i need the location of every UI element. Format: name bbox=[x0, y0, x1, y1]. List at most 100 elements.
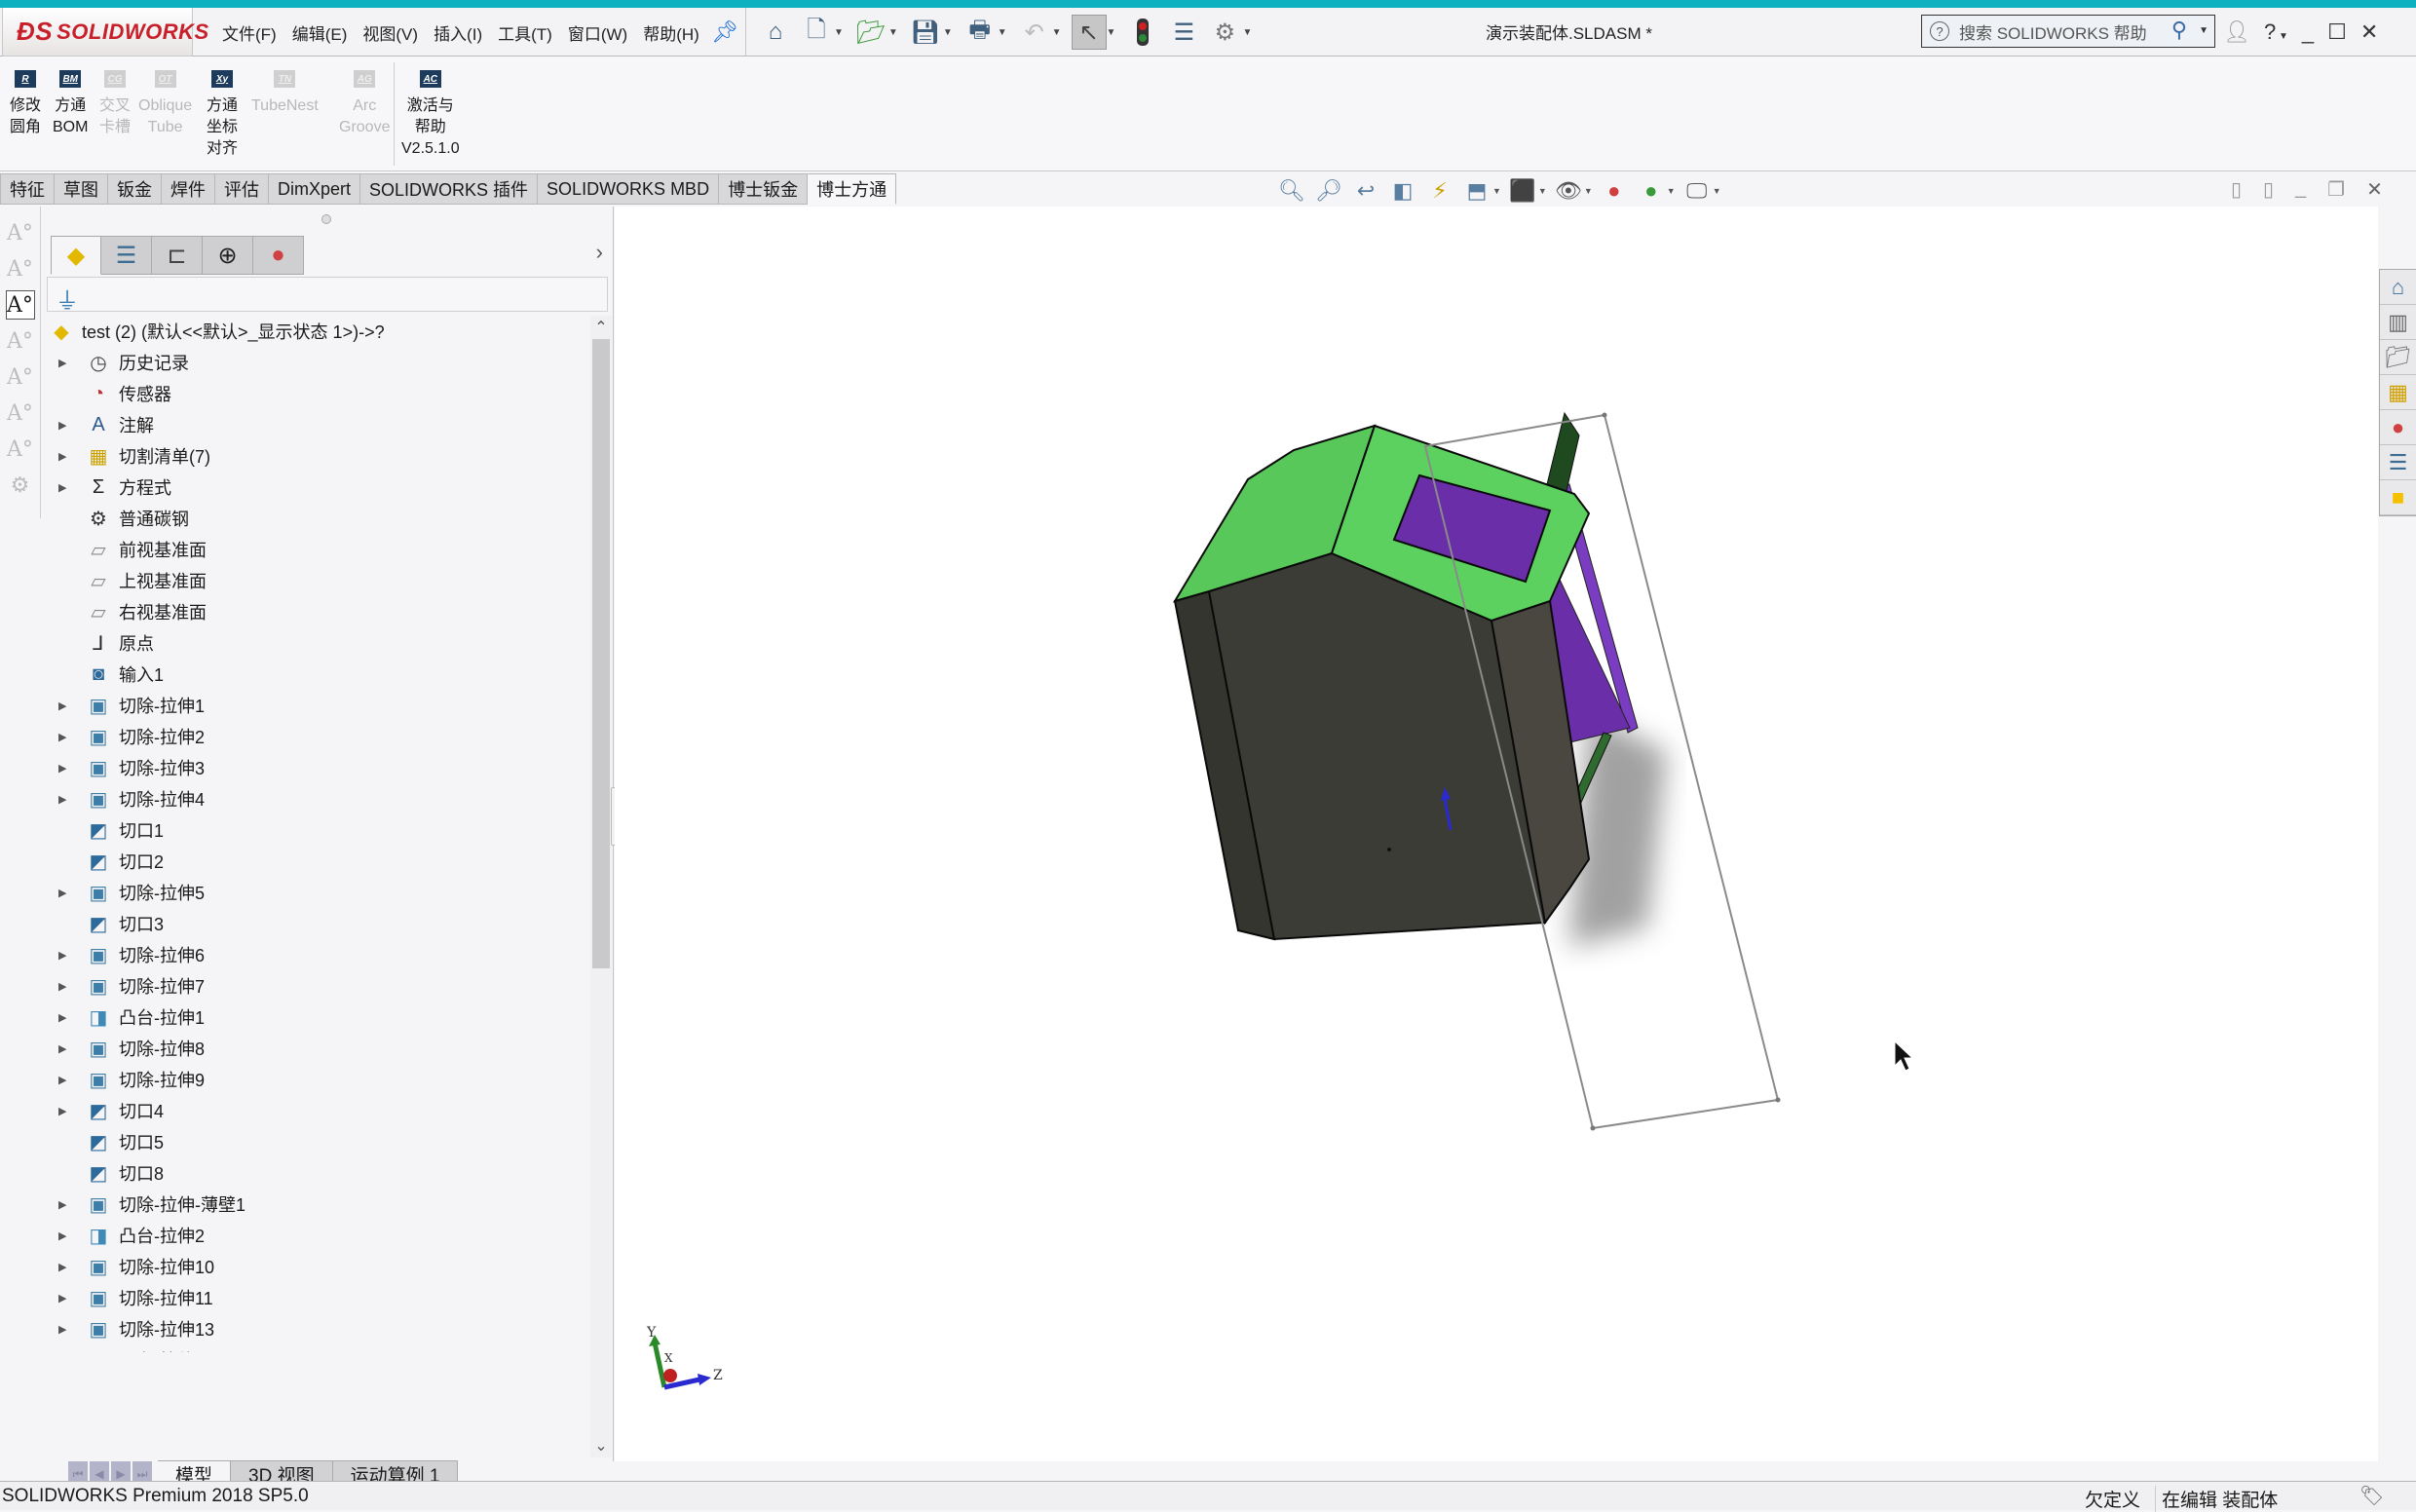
undo-icon[interactable]: ↶ bbox=[1017, 15, 1052, 50]
select-dropdown-icon[interactable]: ▼ bbox=[1107, 27, 1116, 38]
close-icon[interactable]: ✕ bbox=[2360, 19, 2378, 45]
appearances-icon[interactable]: ● bbox=[2380, 410, 2416, 445]
tree-item[interactable]: ▶ ◩ 切口4 bbox=[47, 1095, 586, 1126]
sketch-point[interactable] bbox=[1775, 1097, 1781, 1103]
tree-item[interactable]: ▶ ◨ 凸台-拉伸1 bbox=[47, 1002, 586, 1033]
tree-item[interactable]: ▱ 前视基准面 bbox=[47, 534, 586, 565]
smart-dimension-annotation-icon[interactable]: A° bbox=[6, 218, 35, 247]
tree-item[interactable]: ◔ 传感器 bbox=[47, 378, 586, 409]
expand-arrow-icon[interactable]: ▶ bbox=[58, 481, 78, 494]
home-icon[interactable]: ⌂ bbox=[758, 15, 793, 50]
tree-item[interactable]: ▶ ▣ 切除-拉伸1 bbox=[47, 690, 586, 721]
menu-item[interactable]: 编辑(E) bbox=[284, 20, 356, 45]
expand-arrow-icon[interactable]: ▶ bbox=[58, 731, 78, 743]
frame-annotation-icon[interactable]: A° bbox=[6, 435, 35, 464]
command-tab[interactable]: DimXpert bbox=[269, 173, 361, 205]
forum-icon[interactable]: ■ bbox=[2380, 480, 2416, 515]
tree-item[interactable]: ▱ 上视基准面 bbox=[47, 565, 586, 596]
new-dropdown-icon[interactable]: ▼ bbox=[834, 27, 844, 38]
expand-arrow-icon[interactable]: ▶ bbox=[58, 1074, 78, 1086]
command-tab[interactable]: 钣金 bbox=[108, 173, 162, 205]
configuration-manager-tab-icon[interactable]: ⊏ bbox=[152, 236, 203, 275]
ribbon-button[interactable]: TN TubeNest bbox=[251, 70, 319, 117]
view-settings-dropdown-icon[interactable]: ▼ bbox=[1713, 186, 1721, 196]
expand-arrow-icon[interactable]: ▶ bbox=[58, 419, 78, 432]
tree-item[interactable]: ◩ 切口2 bbox=[47, 846, 586, 877]
menu-item[interactable]: 插入(I) bbox=[426, 20, 490, 45]
scroll-down-icon[interactable]: ⌄ bbox=[590, 1434, 612, 1457]
expand-arrow-icon[interactable]: ▶ bbox=[58, 1229, 78, 1242]
tree-item[interactable]: ⚙ 普通碳钢 bbox=[47, 503, 586, 534]
tree-item[interactable]: ▶ ▣ 切除-拉伸7 bbox=[47, 970, 586, 1002]
tree-item[interactable]: ▶ Σ 方程式 bbox=[47, 472, 586, 503]
tree-filter[interactable]: ⏚ bbox=[47, 277, 608, 315]
command-tab[interactable]: 特征 bbox=[0, 173, 55, 205]
command-tab[interactable]: 博士方通 bbox=[808, 173, 897, 205]
select-icon[interactable]: ↖ bbox=[1071, 15, 1107, 50]
menu-item[interactable]: 帮助(H) bbox=[635, 20, 707, 45]
expand-panel-icon[interactable]: › bbox=[596, 240, 603, 265]
open-dropdown-icon[interactable]: ▼ bbox=[888, 27, 898, 38]
print-dropdown-icon[interactable]: ▼ bbox=[998, 27, 1007, 38]
expand-arrow-icon[interactable]: ▶ bbox=[58, 1323, 78, 1336]
expand-arrow-icon[interactable]: ▶ bbox=[58, 450, 78, 463]
undo-dropdown-icon[interactable]: ▼ bbox=[1052, 27, 1062, 38]
display-style-icon[interactable]: ⬛ bbox=[1507, 175, 1538, 207]
tree-item[interactable]: ▶ ▦ 切割清单(7) bbox=[47, 440, 586, 472]
zoom-to-fit-icon[interactable]: 🔍︎ bbox=[1276, 175, 1307, 207]
help-icon[interactable]: ? ▼ bbox=[2264, 19, 2288, 45]
tree-item[interactable]: ▶ ◨ 凸台-拉伸2 bbox=[47, 1220, 586, 1251]
view-orientation-dropdown-icon[interactable]: ▼ bbox=[1492, 186, 1501, 196]
tree-item[interactable]: ▶ ▣ 切除-拉伸8 bbox=[47, 1033, 586, 1064]
hide-show-dropdown-icon[interactable]: ▼ bbox=[1584, 186, 1593, 196]
tile-right-icon[interactable]: ▯ bbox=[2263, 177, 2274, 202]
solidworks-logo[interactable]: ƉS SOLIDWORKS bbox=[2, 8, 208, 57]
view-settings-icon[interactable]: 🖵︎ bbox=[1681, 175, 1713, 207]
panel-grip[interactable] bbox=[321, 214, 331, 224]
tree-item[interactable]: ◙ 输入1 bbox=[47, 659, 586, 690]
expand-arrow-icon[interactable]: ▶ bbox=[58, 980, 78, 993]
tree-item[interactable]: ▶ ▣ 切除-拉伸10 bbox=[47, 1251, 586, 1282]
print-icon[interactable]: 🖶︎ bbox=[963, 15, 998, 50]
expand-arrow-icon[interactable]: ▶ bbox=[58, 357, 78, 369]
tile-left-icon[interactable]: ▯ bbox=[2231, 177, 2242, 202]
previous-view-icon[interactable]: ↩ bbox=[1350, 175, 1381, 207]
command-tab[interactable]: 博士钣金 bbox=[719, 173, 809, 205]
tree-item[interactable]: ▱ 右视基准面 bbox=[47, 596, 586, 627]
expand-arrow-icon[interactable]: ▶ bbox=[58, 1261, 78, 1273]
viewport-restore-icon[interactable]: ❐ bbox=[2327, 177, 2345, 202]
display-manager-tab-icon[interactable]: ● bbox=[253, 236, 304, 275]
options-gear-icon[interactable]: ⚙ bbox=[1207, 15, 1242, 50]
ribbon-button[interactable]: Xy 方通 坐标 对齐 bbox=[207, 70, 238, 160]
viewport-minimize-icon[interactable]: _ bbox=[2295, 177, 2306, 202]
tree-item[interactable]: ▶ ▣ 切除-拉伸11 bbox=[47, 1282, 586, 1313]
menu-item[interactable]: 工具(T) bbox=[490, 20, 560, 45]
expand-arrow-icon[interactable]: ▶ bbox=[58, 949, 78, 962]
tree-scrollbar[interactable]: ⌃ ⌄ bbox=[590, 316, 612, 1457]
insert-annotation-icon[interactable]: A° bbox=[5, 290, 35, 320]
expand-arrow-icon[interactable]: ▶ bbox=[58, 1105, 78, 1117]
link-annotation-icon[interactable]: ⚙ bbox=[6, 471, 35, 500]
sketch-point[interactable] bbox=[1590, 1125, 1596, 1131]
tree-item[interactable]: ▶ A 注解 bbox=[47, 409, 586, 440]
scroll-up-icon[interactable]: ⌃ bbox=[590, 316, 612, 339]
tree-item[interactable]: ▶◨凸台-拉伸3 bbox=[47, 1344, 586, 1353]
menu-item[interactable]: 窗口(W) bbox=[560, 20, 635, 45]
feature-manager-tab-icon[interactable]: ◆ bbox=[51, 236, 101, 275]
search-dropdown-icon[interactable]: ▼ bbox=[2199, 25, 2208, 36]
tree-item[interactable]: ▶ ▣ 切除-拉伸5 bbox=[47, 877, 586, 908]
property-manager-tab-icon[interactable]: ☰ bbox=[101, 236, 152, 275]
tree-item[interactable]: ▶ ▣ 切除-拉伸13 bbox=[47, 1313, 586, 1344]
tree-item[interactable]: ▶ ▣ 切除-拉伸3 bbox=[47, 752, 586, 783]
search-icon[interactable]: ⚲ bbox=[2171, 18, 2187, 43]
rebuild-icon[interactable] bbox=[1125, 15, 1160, 50]
menu-item[interactable]: 视图(V) bbox=[355, 20, 426, 45]
tree-item[interactable]: ▶ ▣ 切除-拉伸9 bbox=[47, 1064, 586, 1095]
expand-arrow-icon[interactable]: ▶ bbox=[58, 1198, 78, 1211]
menu-item[interactable]: 文件(F) bbox=[214, 20, 284, 45]
minimize-icon[interactable]: _ bbox=[2302, 19, 2314, 45]
edit-appearance-icon[interactable]: ● bbox=[1599, 175, 1630, 207]
dimxpert-manager-tab-icon[interactable]: ⊕ bbox=[203, 236, 253, 275]
scroll-thumb[interactable] bbox=[592, 339, 610, 968]
edit-annotation-icon[interactable]: A° bbox=[6, 254, 35, 284]
